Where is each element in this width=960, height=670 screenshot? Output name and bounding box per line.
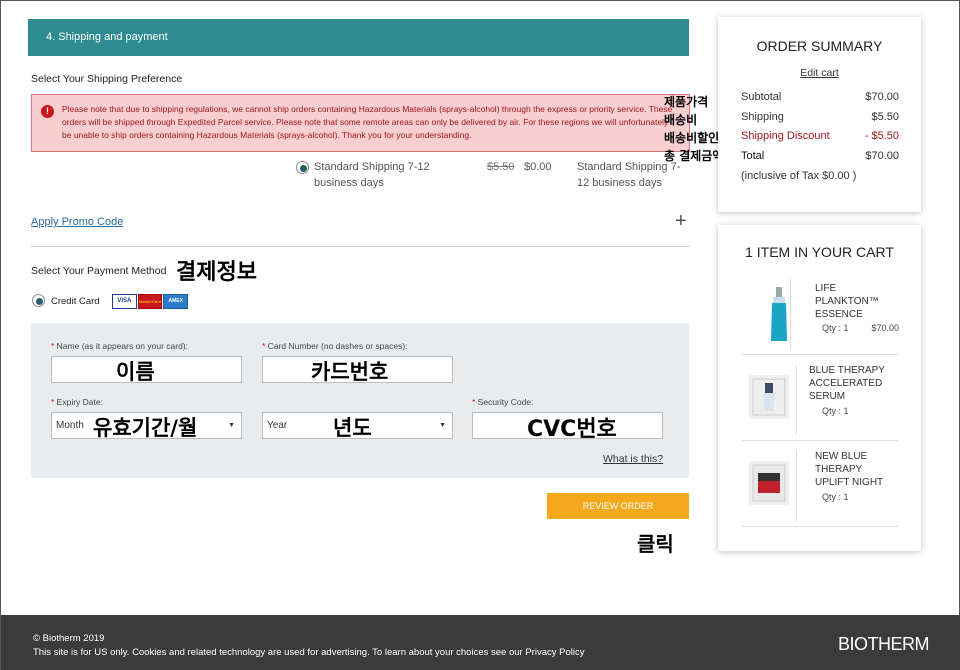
cart-item: LIFE PLANKTON™ ESSENCE Qty : 1 $70.00 — [741, 279, 899, 355]
divider — [31, 246, 690, 247]
divider — [796, 365, 797, 435]
annotation-product-price: 제품가격 — [664, 95, 709, 109]
annotation-name: 이름 — [116, 360, 155, 384]
shipping-value: $5.50 — [871, 111, 899, 123]
amex-logo-icon: AMEX — [163, 294, 189, 309]
shipping-option-label[interactable]: Standard Shipping 7-12 business days — [314, 159, 449, 191]
item-qty: Qty : 1 — [822, 492, 849, 502]
item-qty: Qty : 1 — [822, 406, 849, 416]
product-image[interactable] — [749, 375, 789, 419]
shipping-discount-value: - $5.50 — [864, 130, 899, 142]
credit-card-label[interactable]: Credit Card — [51, 296, 100, 307]
footer: © Biotherm 2019 This site is for US only… — [1, 615, 960, 670]
cart-item: NEW BLUE THERAPY UPLIFT NIGHT Qty : 1 — [741, 445, 899, 527]
divider — [796, 451, 797, 521]
item-name[interactable]: NEW BLUE THERAPY UPLIFT NIGHT — [815, 450, 897, 489]
annotation-year: 년도 — [333, 416, 372, 440]
section-header: 4. Shipping and payment — [28, 19, 689, 56]
shipping-old-price: $5.50 — [487, 161, 515, 173]
subtotal-label: Subtotal — [741, 91, 782, 103]
edit-cart-link[interactable]: Edit cart — [718, 67, 921, 79]
shipping-label: Shipping — [741, 111, 784, 123]
item-price: $70.00 — [871, 323, 899, 333]
dropdown-arrow-icon: ▼ — [439, 422, 446, 429]
visa-logo-icon: VISA — [112, 294, 137, 309]
name-label: * Name (as it appears on your card): — [51, 341, 189, 351]
credit-card-radio[interactable] — [32, 294, 45, 307]
cart-item: BLUE THERAPY ACCELERATED SERUM Qty : 1 — [741, 359, 899, 441]
apply-promo-link[interactable]: Apply Promo Code — [31, 216, 123, 228]
order-summary-title: ORDER SUMMARY — [756, 38, 883, 54]
subtotal-value: $70.00 — [865, 91, 899, 103]
item-name[interactable]: BLUE THERAPY ACCELERATED SERUM — [809, 364, 897, 403]
cart-title: 1 ITEM IN YOUR CART — [745, 244, 894, 260]
mastercard-logo-icon: MasterCard — [137, 294, 163, 309]
total-value: $70.00 — [865, 150, 899, 162]
shipping-option-summary: Standard Shipping 7-12 business days — [577, 161, 681, 189]
annotation-cvc: CVC번호 — [527, 417, 617, 442]
dropdown-arrow-icon: ▼ — [228, 422, 235, 429]
card-logos: VISA MasterCard AMEX — [112, 294, 189, 309]
footer-notice[interactable]: This site is for US only. Cookies and re… — [33, 646, 960, 660]
annotation-summary: 제품가격 배송비 배송비할인 총 결제금액 — [664, 93, 723, 165]
shipping-new-price: $0.00 — [524, 161, 552, 173]
annotation-expiry: 유효기간/월 — [93, 416, 198, 440]
alert-icon: ! — [41, 105, 54, 118]
security-code-label: * Security Code: — [472, 397, 534, 407]
hazmat-alert: ! Please note that due to shipping regul… — [31, 94, 690, 152]
section-title: 4. Shipping and payment — [46, 31, 168, 43]
divider — [790, 279, 791, 349]
annotation-shipping-discount: 배송비할인 — [664, 131, 720, 145]
card-number-label: * Card Number (no dashes or spaces): — [262, 341, 408, 351]
product-image[interactable] — [749, 461, 789, 505]
annotation-payment-info: 결제정보 — [176, 260, 257, 285]
annotation-shipping-fee: 배송비 — [664, 113, 698, 127]
review-order-button[interactable]: REVIEW ORDER — [547, 493, 689, 519]
expand-plus-icon[interactable]: + — [675, 210, 687, 233]
shipping-option-radio[interactable] — [296, 161, 309, 174]
item-qty: Qty : 1 — [822, 323, 849, 333]
order-summary-card: ORDER SUMMARY Edit cart Subtotal $70.00 … — [718, 17, 921, 212]
what-is-this-link[interactable]: What is this? — [603, 453, 663, 465]
shipping-discount-label: Shipping Discount — [741, 130, 830, 142]
month-value: Month — [56, 420, 84, 431]
payment-method-label: Select Your Payment Method — [31, 265, 167, 277]
copyright: © Biotherm 2019 — [33, 633, 105, 644]
alert-text: Please note that due to shipping regulat… — [62, 104, 673, 140]
tax-note: (inclusive of Tax $0.00 ) — [741, 170, 857, 182]
total-label: Total — [741, 150, 765, 162]
annotation-click: 클릭 — [637, 532, 674, 556]
cart-card: 1 ITEM IN YOUR CART LIFE PLANKTON™ ESSEN… — [718, 225, 921, 551]
shipping-preference-label: Select Your Shipping Preference — [31, 73, 183, 85]
biotherm-logo[interactable]: BIOTHERM — [838, 634, 930, 655]
annotation-card-number: 카드번호 — [311, 360, 389, 384]
year-value: Year — [267, 420, 288, 431]
expiry-label: * Expiry Date: — [51, 397, 103, 407]
item-name[interactable]: LIFE PLANKTON™ ESSENCE — [815, 282, 895, 321]
product-image[interactable] — [759, 285, 799, 343]
